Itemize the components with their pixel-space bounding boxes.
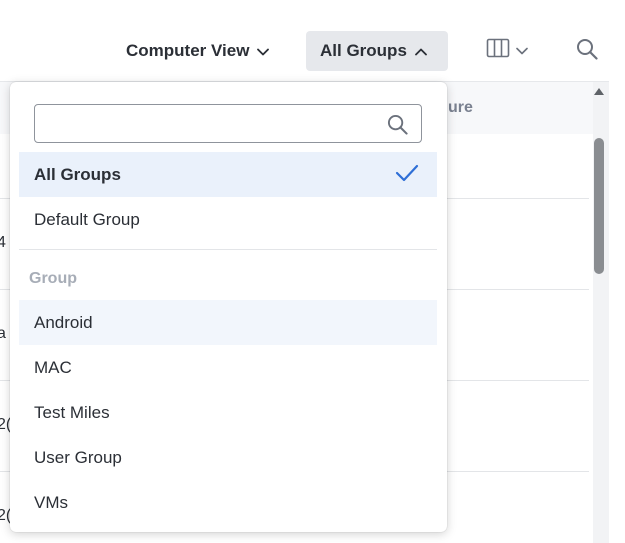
toolbar-search-button[interactable] (576, 38, 598, 65)
groups-dropdown: All Groups Default Group Group Android M… (10, 82, 447, 532)
group-search-input[interactable] (35, 105, 395, 142)
computer-view-label: Computer View (126, 41, 250, 60)
option-label: MAC (34, 357, 72, 377)
group-search-field[interactable] (34, 104, 422, 143)
group-option-user-group[interactable]: User Group (19, 435, 437, 480)
check-icon (395, 164, 419, 187)
group-option-android[interactable]: Android (19, 300, 437, 345)
columns-icon (486, 38, 510, 63)
option-label: User Group (34, 447, 122, 467)
columns-button[interactable] (486, 38, 528, 63)
option-label: Default Group (34, 209, 140, 229)
groups-filter-label: All Groups (320, 41, 407, 60)
scrollbar-thumb[interactable] (594, 138, 604, 274)
groups-filter-button[interactable]: All Groups (306, 31, 448, 71)
option-label: Android (34, 312, 93, 332)
search-icon (576, 39, 598, 64)
chevron-down-icon (516, 42, 528, 60)
search-icon (387, 114, 408, 140)
option-label: Test Miles (34, 402, 110, 422)
dropdown-separator (19, 249, 437, 250)
group-option-test-miles[interactable]: Test Miles (19, 390, 437, 435)
group-option-vms[interactable]: VMs (19, 480, 437, 525)
chevron-up-icon (415, 41, 427, 61)
scroll-up-arrow-icon[interactable] (594, 88, 604, 95)
group-option-all-groups[interactable]: All Groups (19, 152, 437, 197)
computer-view-button[interactable]: Computer View (116, 31, 279, 71)
column-header-partial: ure (448, 99, 473, 116)
toolbar: Computer View All Groups (0, 0, 625, 82)
group-option-mac[interactable]: MAC (19, 345, 437, 390)
table-cell-partial: 4 (0, 234, 6, 251)
option-label: All Groups (34, 164, 121, 184)
group-option-default-group[interactable]: Default Group (19, 197, 437, 242)
group-section-header: Group (29, 270, 77, 287)
option-label: VMs (34, 492, 68, 512)
table-cell-partial: a (0, 325, 6, 342)
chevron-down-icon (257, 41, 270, 61)
